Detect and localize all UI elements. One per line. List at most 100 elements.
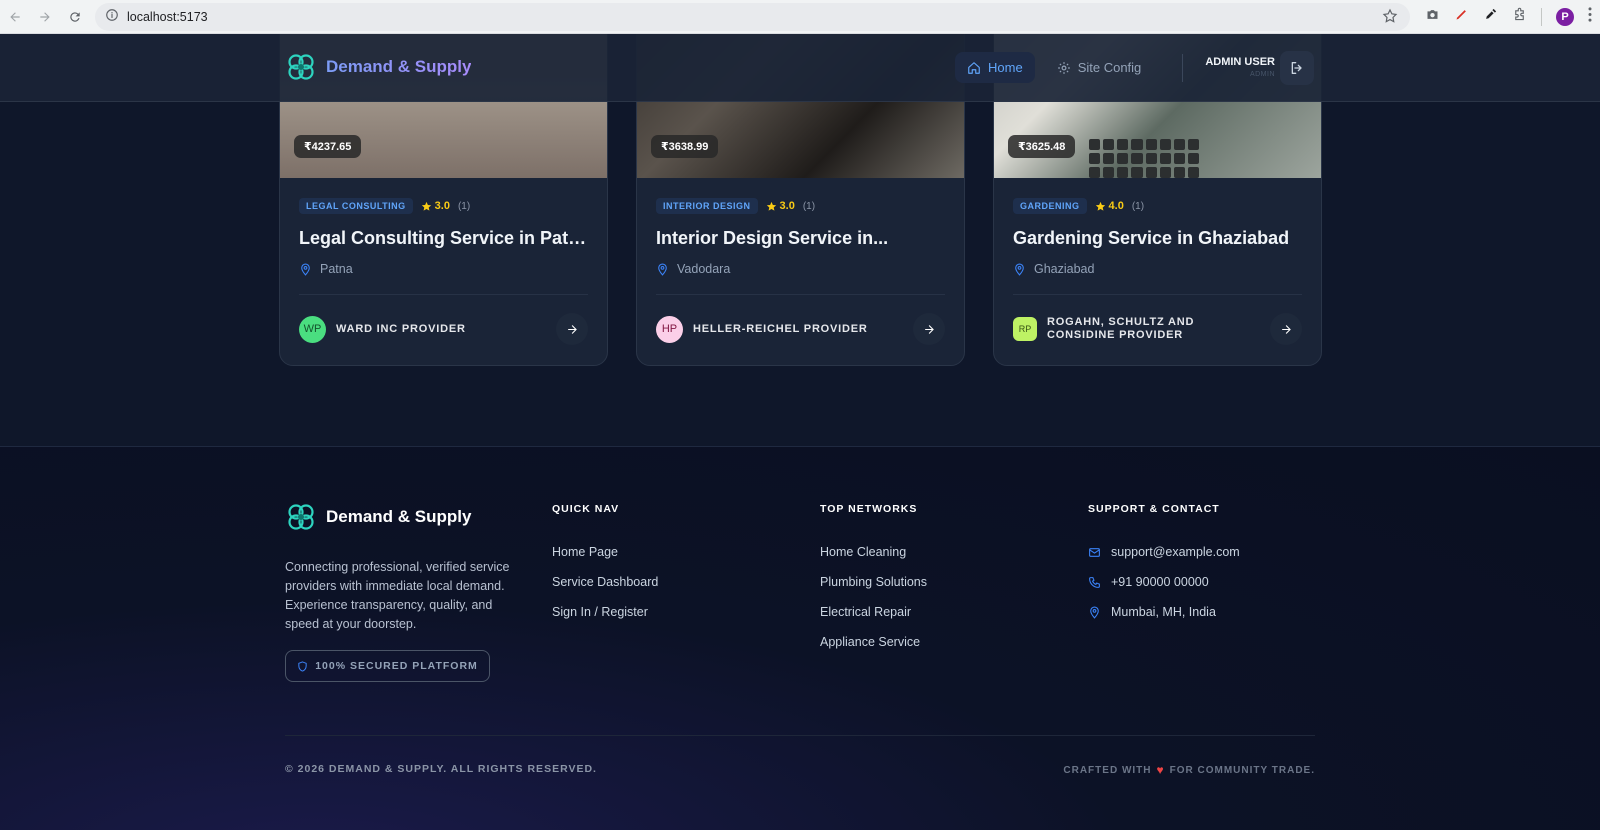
- camera-icon[interactable]: [1425, 7, 1440, 27]
- provider-name: WARD INC PROVIDER: [336, 322, 466, 335]
- footer-link-dashboard[interactable]: Service Dashboard: [552, 567, 658, 597]
- mail-icon: [1089, 547, 1100, 557]
- secured-platform-badge: 100% SECURED PLATFORM: [285, 650, 490, 682]
- nav-home[interactable]: Home: [955, 52, 1035, 83]
- price-badge: ₹3638.99: [651, 135, 719, 158]
- bookmark-star-icon[interactable]: [1382, 8, 1398, 29]
- footer-link-electrical[interactable]: Electrical Repair: [820, 597, 927, 627]
- rating-value: 3.0: [434, 200, 450, 212]
- copyright: © 2026 DEMAND & SUPPLY. ALL RIGHTS RESER…: [285, 763, 597, 775]
- support-address: Mumbai, MH, India: [1088, 597, 1240, 627]
- top-networks-column: TOP NETWORKS Home Cleaning Plumbing Solu…: [820, 503, 927, 657]
- support-column: SUPPORT & CONTACT support@example.com +9…: [1088, 503, 1240, 627]
- crafted-text-after: FOR COMMUNITY TRADE.: [1169, 764, 1315, 776]
- toolbar-divider: [1541, 8, 1542, 26]
- location-text: Vadodara: [677, 262, 731, 276]
- map-pin-icon: [301, 263, 310, 276]
- secured-badge-text: 100% SECURED PLATFORM: [315, 660, 478, 672]
- site-info-icon[interactable]: [105, 8, 119, 27]
- view-service-button[interactable]: [556, 313, 588, 345]
- rating-value: 3.0: [779, 200, 795, 212]
- card-divider: [1013, 294, 1302, 295]
- home-icon: [968, 61, 980, 74]
- service-location: Patna: [299, 262, 588, 276]
- extensions-puzzle-icon[interactable]: [1512, 7, 1527, 27]
- forward-icon[interactable]: [30, 2, 60, 32]
- service-title[interactable]: Interior Design Service in...: [656, 228, 945, 249]
- card-divider: [299, 294, 588, 295]
- review-count: (1): [457, 200, 471, 212]
- address-bar[interactable]: localhost:5173: [95, 3, 1410, 31]
- logout-button[interactable]: [1280, 51, 1314, 85]
- category-chip: LEGAL CONSULTING: [299, 198, 413, 214]
- provider-avatar: HP: [656, 315, 683, 343]
- top-networks-heading: TOP NETWORKS: [820, 503, 918, 515]
- main-nav: Home Site Config: [955, 52, 1153, 83]
- pen-extension-icon[interactable]: [1454, 7, 1469, 27]
- location-text: Ghaziabad: [1034, 262, 1095, 276]
- site-header: Demand & Supply Home Site Config ADMIN U…: [0, 34, 1600, 102]
- footer-link-home[interactable]: Home Page: [552, 537, 658, 567]
- footer-link-appliance[interactable]: Appliance Service: [820, 627, 927, 657]
- heart-icon: ♥: [1156, 763, 1165, 777]
- price-badge: ₹4237.65: [294, 135, 362, 158]
- review-count: (1): [802, 200, 816, 212]
- user-info: ADMIN USER ADMIN: [1195, 56, 1275, 78]
- card-divider: [656, 294, 945, 295]
- keyboard-graphic: [1089, 139, 1199, 178]
- arrow-right-icon: [924, 324, 934, 334]
- category-chip: GARDENING: [1013, 198, 1087, 214]
- provider-avatar: RP: [1013, 317, 1037, 341]
- crafted-text-before: CRAFTED WITH: [1063, 764, 1152, 776]
- support-phone[interactable]: +91 90000 00000: [1088, 567, 1240, 597]
- shield-icon: [298, 660, 307, 672]
- page-viewport: ₹4237.65 LEGAL CONSULTING 3.0 (1) Legal …: [0, 34, 1600, 830]
- provider-row: HP HELLER-REICHEL PROVIDER: [656, 313, 945, 345]
- map-pin-icon: [1015, 263, 1024, 276]
- support-heading: SUPPORT & CONTACT: [1088, 503, 1220, 515]
- gear-icon: [1057, 61, 1070, 74]
- support-address-text: Mumbai, MH, India: [1111, 605, 1216, 619]
- category-chip: INTERIOR DESIGN: [656, 198, 758, 214]
- site-footer: Demand & Supply Connecting professional,…: [0, 446, 1600, 830]
- support-email-text: support@example.com: [1111, 545, 1240, 559]
- footer-divider: [285, 735, 1315, 736]
- star-icon: [421, 201, 431, 211]
- service-location: Ghaziabad: [1013, 262, 1302, 276]
- footer-link-signin[interactable]: Sign In / Register: [552, 597, 658, 627]
- star-icon: [766, 201, 776, 211]
- footer-brand-name: Demand & Supply: [326, 507, 472, 526]
- rating-value: 4.0: [1108, 200, 1124, 212]
- service-title[interactable]: Legal Consulting Service in Patna: [299, 228, 588, 249]
- nav-home-label: Home: [988, 60, 1023, 75]
- back-icon[interactable]: [0, 2, 30, 32]
- more-menu-icon[interactable]: [1588, 7, 1592, 27]
- service-title[interactable]: Gardening Service in Ghaziabad: [1013, 228, 1302, 249]
- nav-site-config-label: Site Config: [1077, 60, 1142, 75]
- footer-link-home-cleaning[interactable]: Home Cleaning: [820, 537, 927, 567]
- rating: 4.0: [1095, 200, 1124, 212]
- arrow-right-icon: [1281, 324, 1291, 334]
- footer-link-plumbing[interactable]: Plumbing Solutions: [820, 567, 927, 597]
- rating: 3.0: [421, 200, 450, 212]
- rating: 3.0: [766, 200, 795, 212]
- location-text: Patna: [320, 262, 353, 276]
- crafted-note: CRAFTED WITH ♥ FOR COMMUNITY TRADE.: [1063, 763, 1315, 777]
- reload-icon[interactable]: [60, 2, 90, 32]
- review-count: (1): [1131, 200, 1145, 212]
- support-email[interactable]: support@example.com: [1088, 537, 1240, 567]
- map-pin-icon: [1090, 606, 1099, 619]
- nav-site-config[interactable]: Site Config: [1045, 52, 1154, 83]
- star-icon: [1095, 201, 1105, 211]
- provider-row: RP ROGAHN, SCHULTZ AND CONSIDINE PROVIDE…: [1013, 313, 1302, 345]
- brand-link[interactable]: Demand & Supply: [285, 51, 471, 83]
- profile-avatar[interactable]: P: [1556, 8, 1574, 26]
- footer-brand[interactable]: Demand & Supply: [285, 501, 471, 533]
- service-location: Vadodara: [656, 262, 945, 276]
- support-phone-text: +91 90000 00000: [1111, 575, 1209, 589]
- user-role: ADMIN: [1249, 71, 1275, 78]
- header-divider: [1182, 54, 1183, 82]
- view-service-button[interactable]: [1270, 313, 1302, 345]
- view-service-button[interactable]: [913, 313, 945, 345]
- eyedropper-extension-icon[interactable]: [1483, 7, 1498, 27]
